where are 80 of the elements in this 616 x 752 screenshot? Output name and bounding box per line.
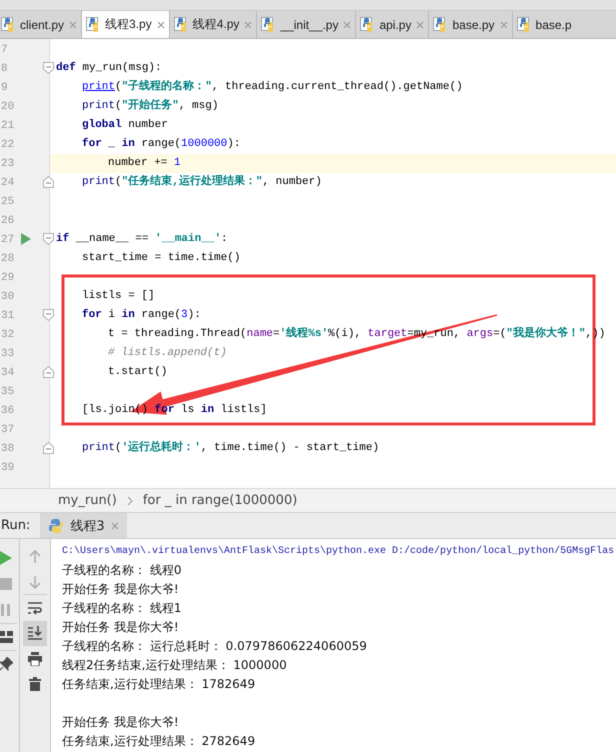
line-number: 31 — [0, 310, 16, 322]
printer-icon[interactable] — [28, 652, 42, 666]
close-icon[interactable] — [110, 522, 119, 530]
breadcrumb-item[interactable]: my_run() — [58, 493, 117, 508]
code-line: print("任务结束,运行处理结果：", number) — [82, 176, 322, 188]
line-number: 21 — [0, 120, 16, 132]
line-number: 8 — [0, 62, 9, 74]
code-line: start_time = time.time() — [82, 252, 240, 264]
line-number: 25 — [0, 196, 16, 208]
run-icon[interactable] — [21, 233, 31, 245]
panel-title: Run: — [1, 518, 30, 533]
line-number: 22 — [0, 138, 16, 150]
close-icon[interactable] — [343, 20, 352, 28]
fold-icon[interactable] — [43, 62, 54, 74]
fold-icon[interactable] — [43, 366, 54, 378]
python-icon — [48, 518, 64, 534]
line-number: 34 — [0, 366, 16, 378]
console-line: 子线程的名称： 线程0 — [62, 562, 182, 579]
code-line: for i in range(3): — [82, 309, 201, 321]
close-icon[interactable] — [156, 20, 165, 28]
line-number: 37 — [0, 424, 16, 436]
layout-icon[interactable] — [0, 631, 12, 643]
console-line: 任务结束,运行处理结果： 2782649 — [62, 733, 256, 750]
line-number: 32 — [0, 328, 16, 340]
console-line: 开始任务 我是你大爷! — [62, 619, 180, 636]
scroll-to-end-icon[interactable] — [28, 626, 42, 640]
code-line: print('运行总耗时：', time.time() - start_time) — [82, 442, 380, 454]
line-number: 9 — [0, 82, 9, 94]
line-number: 24 — [0, 176, 16, 188]
fold-icon[interactable] — [43, 176, 54, 188]
line-number: 33 — [0, 348, 16, 360]
run-tab[interactable]: 线程3 — [40, 513, 127, 538]
code-line: t.start() — [108, 366, 168, 378]
code-line: # listls.append(t) — [108, 347, 227, 359]
console-line: 线程2任务结束,运行处理结果： 1000000 — [62, 657, 288, 674]
run-icon[interactable] — [0, 551, 12, 565]
code-line: listls = [] — [82, 290, 155, 302]
line-number: 27 — [0, 234, 16, 246]
code-line: if __name__ == '__main__': — [56, 233, 228, 245]
console-line: 子线程的名称： 运行总耗时： 0.07978606224060059 — [62, 638, 368, 655]
pin-icon[interactable] — [0, 657, 12, 671]
file-tab[interactable]: base.p — [512, 11, 574, 38]
code-line: def my_run(msg): — [56, 62, 162, 74]
code-line: print("开始任务", msg) — [82, 100, 218, 112]
close-icon[interactable] — [500, 20, 508, 28]
file-tab[interactable]: 线程3.py — [82, 11, 170, 38]
line-number: 26 — [0, 214, 16, 226]
code-line: for _ in range(1000000): — [82, 138, 240, 150]
fold-icon[interactable] — [43, 233, 54, 245]
line-number: 30 — [0, 290, 16, 302]
line-number: 39 — [0, 462, 16, 474]
fold-icon[interactable] — [43, 309, 54, 321]
close-icon[interactable] — [69, 20, 78, 28]
line-number: 29 — [0, 272, 16, 284]
soft-wrap-icon[interactable] — [28, 601, 42, 615]
trash-icon[interactable] — [29, 677, 41, 691]
close-icon[interactable] — [416, 20, 424, 28]
line-number: 36 — [0, 404, 16, 416]
code-line: global number — [82, 119, 168, 131]
file-tab[interactable]: api.py — [356, 11, 430, 38]
line-number: 38 — [0, 442, 16, 454]
line-number: 28 — [0, 252, 16, 264]
line-number: 20 — [0, 100, 16, 112]
console-line: 任务结束,运行处理结果： 1782649 — [62, 676, 256, 693]
fold-icon[interactable] — [43, 442, 54, 454]
console-line: 子线程的名称： 线程1 — [62, 600, 182, 617]
breadcrumb-item[interactable]: for _ in range(1000000) — [142, 493, 298, 508]
chevron-icon — [126, 496, 133, 506]
console-line: 开始任务 我是你大爷! — [62, 714, 180, 731]
code-line: print("子线程的名称：", threading.current_thread().getName() — [82, 81, 463, 93]
file-tab[interactable]: base.py — [429, 11, 513, 38]
code-line: number += 1 — [108, 157, 181, 169]
line-number: 7 — [0, 44, 9, 56]
console-line: 开始任务 我是你大爷! — [62, 581, 180, 598]
line-number: 35 — [0, 386, 16, 398]
line-number: 23 — [0, 158, 16, 170]
close-icon[interactable] — [244, 20, 252, 28]
console-line: C:\Users\mayn\.virtualenvs\AntFlask\Scripts\python.exe D:/code/python/local_python/5GMsgFlas — [62, 544, 616, 559]
file-tab[interactable]: 线程4.py — [170, 11, 258, 38]
file-tab[interactable]: __init__.py — [257, 11, 356, 38]
